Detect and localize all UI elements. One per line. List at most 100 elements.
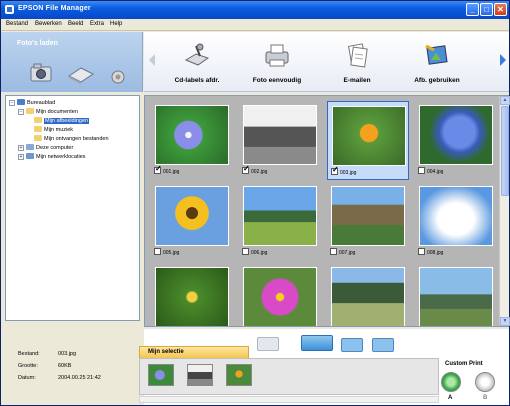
title-bar: EPSON File Manager _ □ ✕ xyxy=(1,1,509,19)
thumbnail-checkbox[interactable] xyxy=(418,248,425,255)
tree-expand-computer-icon[interactable]: + xyxy=(18,145,24,151)
thumbnail-caption: 004.jpg xyxy=(418,167,443,175)
thumbnail-caption: 001.jpg xyxy=(154,165,179,175)
thumbnail-checkbox[interactable] xyxy=(418,167,425,174)
thumbnail-image xyxy=(332,106,406,166)
camera-icon[interactable] xyxy=(29,62,53,84)
thumbnail-caption: 002.jpg xyxy=(242,165,267,175)
folder-icon xyxy=(34,117,42,123)
toolbar-scroll-left-icon[interactable] xyxy=(149,54,155,66)
memory-card-icon[interactable] xyxy=(111,70,125,84)
thumbnail-caption: 006.jpg xyxy=(242,248,267,256)
tree-collapse-documents-icon[interactable]: − xyxy=(18,109,24,115)
tree-item-network-places[interactable]: Mijn netwerklocaties xyxy=(26,153,86,161)
print-mode-icon[interactable] xyxy=(341,338,363,352)
tree-item-desktop[interactable]: Bureaublad xyxy=(17,99,55,107)
tree-item-received-files[interactable]: Mijn ontvangen bestanden xyxy=(34,135,109,143)
menu-extra[interactable]: Extra xyxy=(90,21,104,27)
thumbnail-item[interactable] xyxy=(239,263,321,326)
scroll-up-icon[interactable]: ▲ xyxy=(500,96,510,105)
menu-view[interactable]: Beeld xyxy=(68,21,83,27)
thumbnail-image xyxy=(419,186,493,246)
menu-edit[interactable]: Bewerken xyxy=(35,21,62,27)
minimize-button[interactable]: _ xyxy=(466,3,479,16)
folder-tree: − Bureaublad − Mijn documenten Mijn afbe… xyxy=(5,95,140,321)
email-button[interactable]: E-mailen xyxy=(322,40,392,88)
photo-load-panel: Foto's laden xyxy=(1,32,143,92)
thumbnail-image xyxy=(155,186,229,246)
thumbnail-item[interactable]: 002.jpg xyxy=(239,101,321,180)
thumbnail-image xyxy=(331,267,405,326)
photo-simple-button[interactable]: Foto eenvoudig xyxy=(242,40,312,88)
printer-icon xyxy=(265,44,289,67)
close-button[interactable]: ✕ xyxy=(494,3,507,16)
use-image-label: Afb. gebruiken xyxy=(414,77,460,84)
selected-thumbnail[interactable] xyxy=(187,364,213,386)
layout-mode-icon[interactable] xyxy=(301,335,333,351)
thumbnail-item[interactable] xyxy=(151,263,233,326)
thumbnail-item[interactable] xyxy=(327,263,409,326)
cd-label-label: Cd-labels afdr. xyxy=(174,77,220,84)
thumbnail-image xyxy=(243,267,317,326)
use-image-button[interactable]: Afb. gebruiken xyxy=(402,40,472,88)
scanner-icon[interactable] xyxy=(67,64,95,84)
thumbnail-checkbox[interactable] xyxy=(331,166,339,175)
selected-thumbnail[interactable] xyxy=(226,364,252,386)
action-toolbar: Cd-labels afdr. Foto eenvoudig E-mailen xyxy=(144,32,509,92)
thumbnail-item[interactable]: 007.jpg xyxy=(327,182,409,261)
custom-print-a-label: A xyxy=(448,395,453,401)
computer-icon xyxy=(26,144,34,150)
photo-load-title: Foto's laden xyxy=(17,40,58,47)
cd-label-icon xyxy=(184,43,210,66)
frame-mode-icon[interactable] xyxy=(257,337,279,351)
scrollbar-thumb[interactable] xyxy=(501,106,509,196)
thumbnail-item[interactable]: 005.jpg xyxy=(151,182,233,261)
edit-mode-icon[interactable] xyxy=(372,338,394,352)
cd-label-button[interactable]: Cd-labels afdr. xyxy=(162,40,232,88)
desktop-icon xyxy=(17,99,25,105)
custom-print-a-button[interactable] xyxy=(441,372,461,392)
thumbnail-grid: 001.jpg 002.jpg 003.jpg 004.jpg 005.jpg … xyxy=(144,95,509,327)
tree-item-my-computer[interactable]: Deze computer xyxy=(26,144,73,152)
thumbnail-checkbox[interactable] xyxy=(242,165,250,174)
folder-icon xyxy=(34,126,42,132)
thumbnail-item[interactable] xyxy=(415,263,497,326)
menu-bar: Bestand Bewerken Beeld Extra Help xyxy=(1,19,509,31)
image-use-icon xyxy=(425,44,448,65)
tree-expand-network-icon[interactable]: + xyxy=(18,154,24,160)
grid-vertical-scrollbar[interactable]: ▲ ▼ xyxy=(499,96,510,326)
scroll-down-icon[interactable]: ▼ xyxy=(500,317,510,326)
thumbnail-item[interactable]: 004.jpg xyxy=(415,101,497,180)
tree-item-my-pictures[interactable]: Mijn afbeeldingen xyxy=(34,117,90,125)
thumbnail-item[interactable]: 008.jpg xyxy=(415,182,497,261)
folder-icon xyxy=(26,108,34,114)
thumbnail-caption: 005.jpg xyxy=(154,248,179,256)
tree-collapse-desktop-icon[interactable]: − xyxy=(9,100,15,106)
thumbnail-item[interactable]: 001.jpg xyxy=(151,101,233,180)
tree-item-my-documents[interactable]: Mijn documenten xyxy=(26,108,78,116)
window-title: EPSON File Manager xyxy=(18,5,91,12)
menu-file[interactable]: Bestand xyxy=(6,21,28,27)
menu-help[interactable]: Help xyxy=(110,21,122,27)
thumbnail-checkbox[interactable] xyxy=(154,165,162,174)
thumbnail-caption: 007.jpg xyxy=(330,248,355,256)
tree-item-my-music[interactable]: Mijn muziek xyxy=(34,126,73,134)
thumbnail-item[interactable]: 006.jpg xyxy=(239,182,321,261)
maximize-button[interactable]: □ xyxy=(480,3,493,16)
thumbnail-checkbox[interactable] xyxy=(154,248,161,255)
custom-print-label: Custom Print xyxy=(445,361,483,367)
thumbnail-item[interactable]: 003.jpg xyxy=(327,101,409,180)
info-row-size: Grootte: 60KB xyxy=(18,363,72,369)
thumbnail-image xyxy=(419,267,493,326)
selection-horizontal-scrollbar[interactable] xyxy=(139,396,439,403)
my-selection-tab[interactable]: Mijn selectie xyxy=(139,346,249,358)
thumbnail-checkbox[interactable] xyxy=(242,248,249,255)
selected-thumbnail[interactable] xyxy=(148,364,174,386)
selection-strip xyxy=(139,358,439,395)
thumbnail-checkbox[interactable] xyxy=(330,248,337,255)
network-icon xyxy=(26,153,34,159)
custom-print-b-button[interactable] xyxy=(475,372,495,392)
app-window: EPSON File Manager _ □ ✕ Bestand Bewerke… xyxy=(0,0,510,406)
toolbar-scroll-right-icon[interactable] xyxy=(500,54,506,66)
thumbnail-image xyxy=(331,186,405,246)
